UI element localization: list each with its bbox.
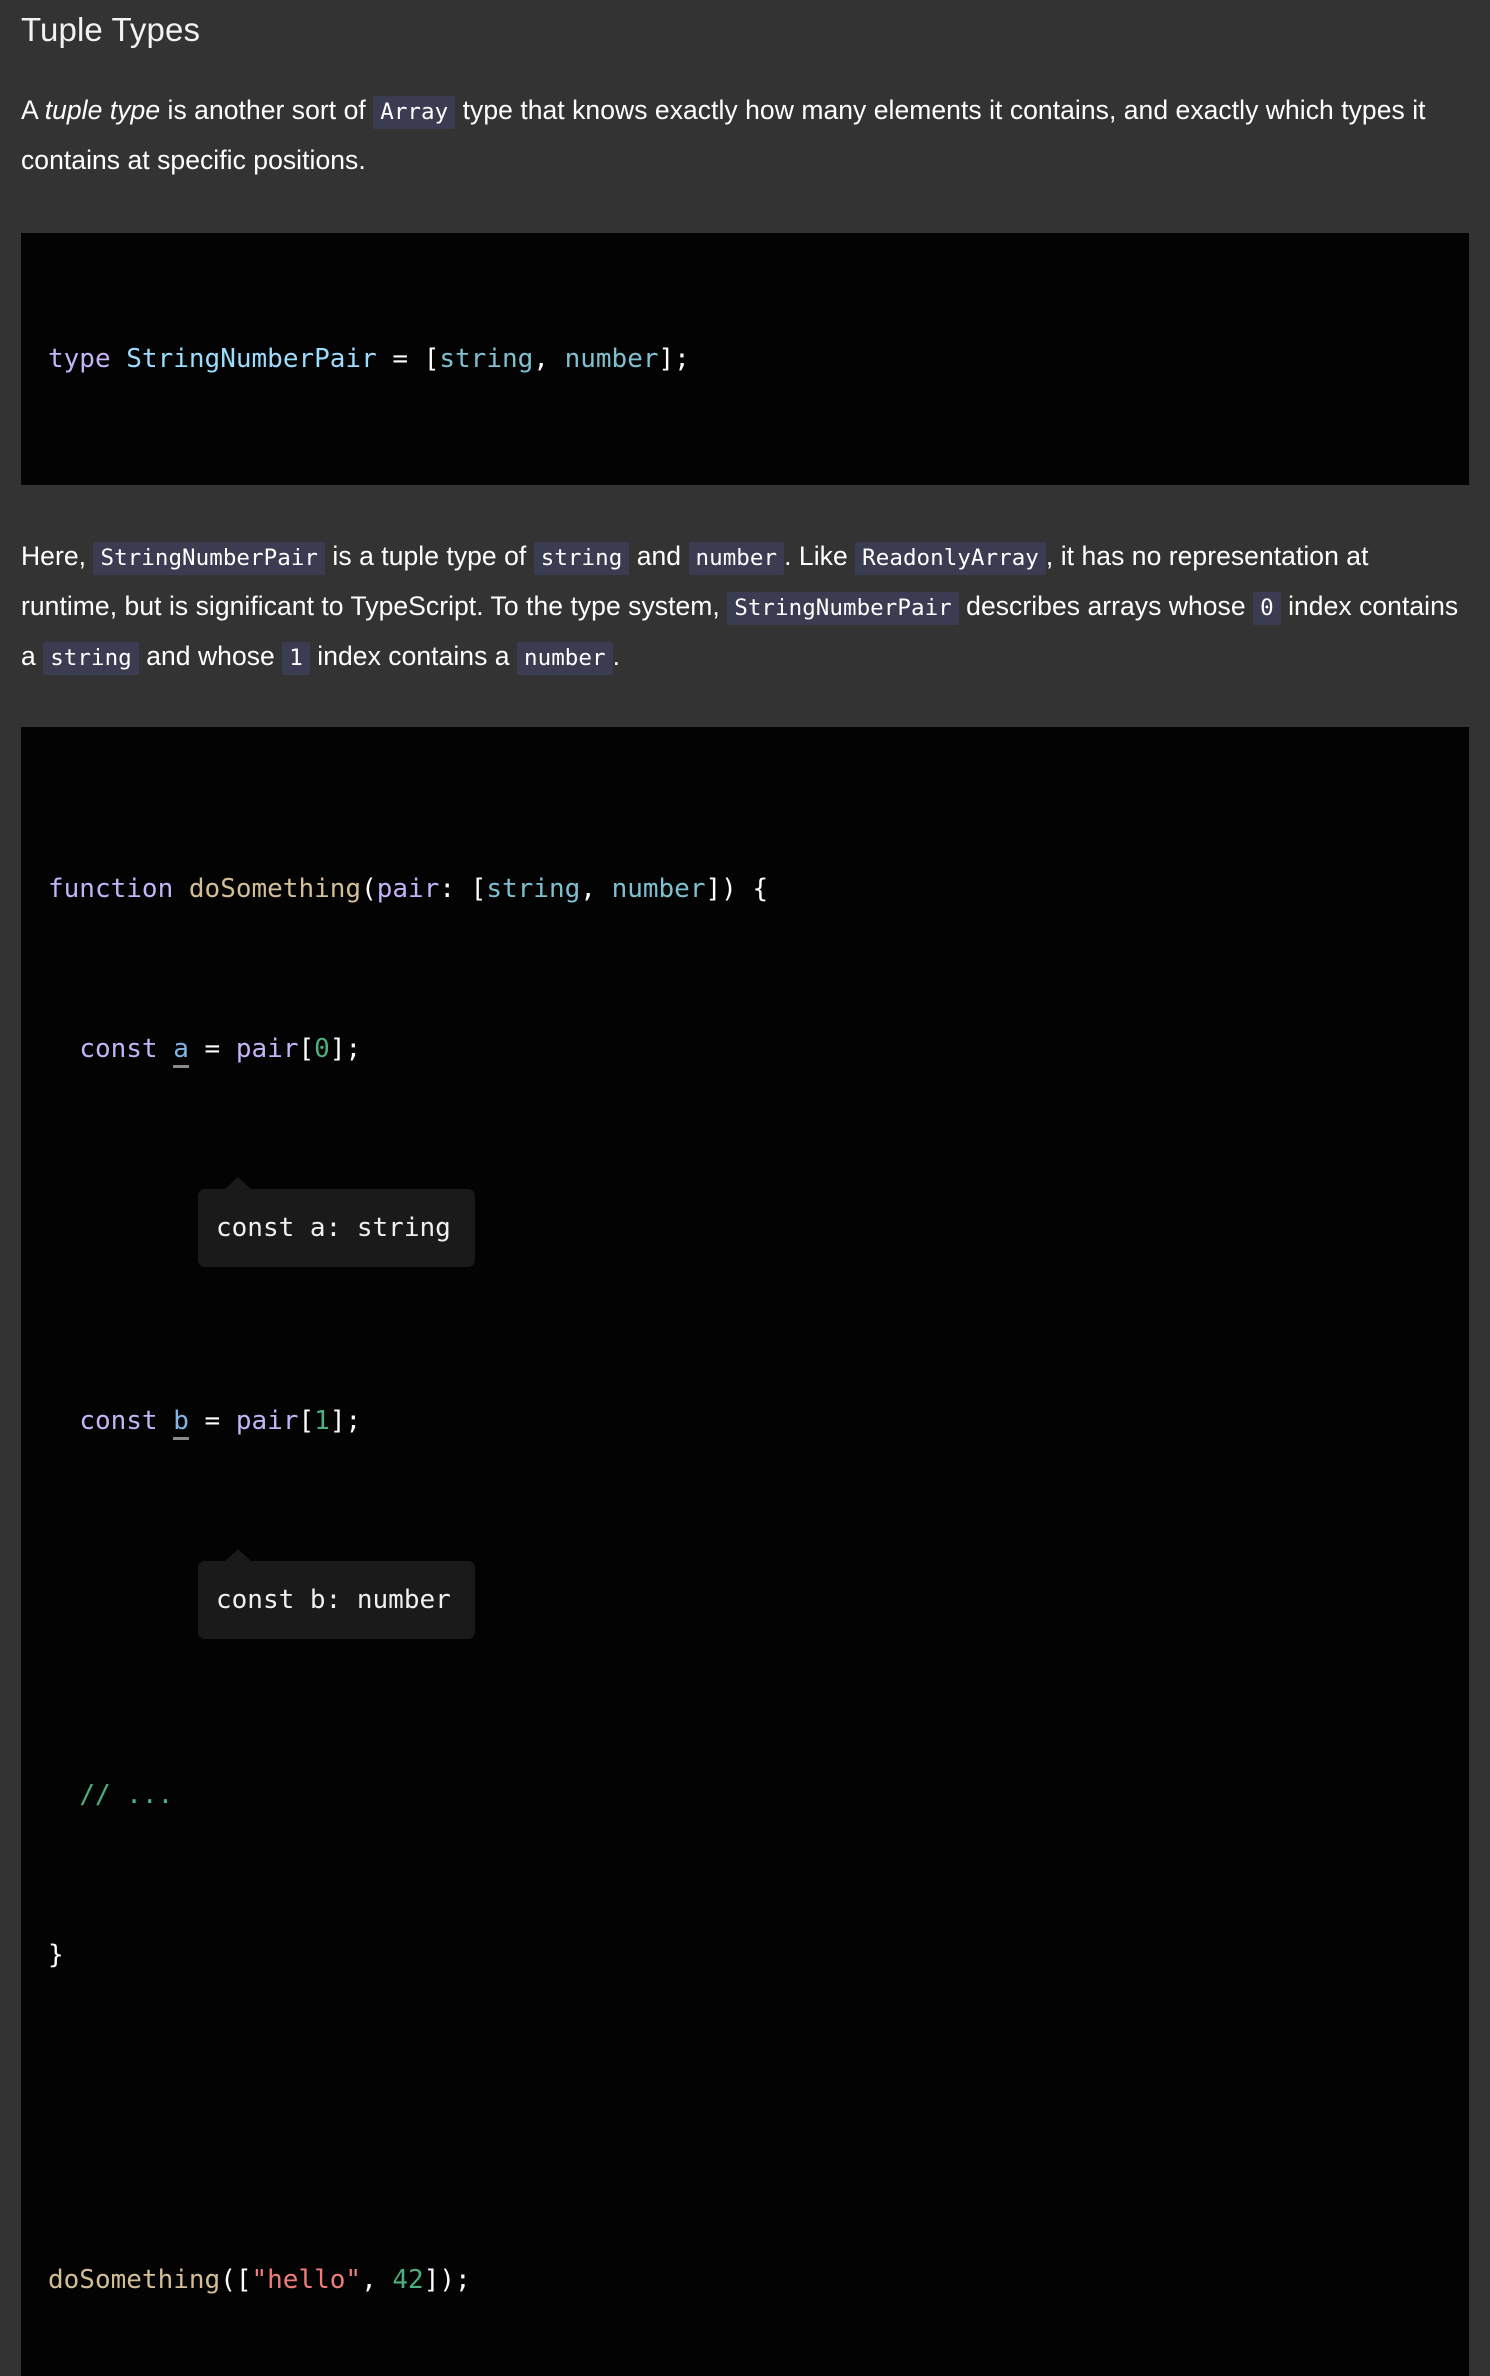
- code-block-type-declaration[interactable]: type StringNumberPair = [string, number]…: [21, 232, 1469, 485]
- token-paren-open: (: [361, 873, 377, 904]
- inline-code-index-zero: 0: [1253, 591, 1281, 625]
- token-keyword-const: const: [79, 1405, 158, 1436]
- token-string-literal-hello: "hello": [251, 2264, 362, 2295]
- paragraph2-part3: and: [629, 540, 689, 571]
- inline-code-readonlyarray: ReadonlyArray: [855, 541, 1046, 575]
- tooltip-row-a: const a: string: [48, 1176, 1469, 1269]
- code-line: type StringNumberPair = [string, number]…: [48, 339, 1469, 379]
- token-paren-bracket-open: ([: [220, 2264, 252, 2295]
- token-primitive-string: string: [439, 343, 534, 374]
- inline-code-number-2: number: [517, 641, 613, 675]
- tooltip-caret-icon: [224, 1548, 252, 1562]
- token-type-name: StringNumberPair: [126, 343, 377, 374]
- paragraph2-part10: .: [612, 640, 621, 671]
- code-line-const-b: const b = pair[1];: [48, 1401, 1469, 1441]
- paragraph1-part1: A: [21, 94, 45, 125]
- paragraph2-part9: index contains a: [309, 640, 518, 671]
- token-number-literal-42: 42: [392, 2264, 424, 2295]
- code-line-function-call: doSomething(["hello", 42]);: [48, 2260, 1469, 2300]
- token-parameter-pair: pair: [376, 873, 440, 904]
- token-equals: =: [376, 343, 424, 374]
- tooltip-text-b: const b: number: [216, 1584, 451, 1615]
- paragraph2-part8: and whose: [138, 640, 283, 671]
- token-variable-pair: pair: [235, 1033, 299, 1064]
- paragraph2-part6: describes arrays whose: [958, 590, 1254, 621]
- explanation-paragraph: Here, StringNumberPair is a tuple type o…: [21, 532, 1469, 682]
- inline-code-stringnumberpair-2: StringNumberPair: [727, 591, 959, 625]
- token-keyword-type: type: [48, 343, 111, 374]
- paragraph2-part2: is a tuple type of: [325, 540, 534, 571]
- inline-code-array: Array: [373, 95, 456, 129]
- token-bracket-open: [: [298, 1405, 315, 1436]
- tooltip-row-b: const b: number: [48, 1548, 1469, 1641]
- quickinfo-tooltip-b: const b: number: [198, 1548, 475, 1639]
- code-line-const-a: const a = pair[0];: [48, 1029, 1469, 1069]
- token-primitive-string: string: [486, 873, 581, 904]
- paragraph2-part1: Here,: [21, 540, 94, 571]
- token-brace-open: {: [736, 873, 769, 904]
- token-comma: ,: [533, 343, 565, 374]
- token-primitive-number: number: [611, 873, 706, 904]
- token-comment: // ...: [79, 1779, 174, 1810]
- token-bracket-open: [: [298, 1033, 315, 1064]
- tuple-type-emphasis: tuple type: [44, 94, 161, 125]
- token-equals: =: [188, 1033, 236, 1064]
- token-identifier-b[interactable]: b: [173, 1405, 189, 1440]
- token-bracket-close-semicolon: ];: [329, 1405, 362, 1436]
- token-identifier-a[interactable]: a: [173, 1033, 189, 1068]
- token-bracket-open: [: [423, 343, 440, 374]
- code-block-dosomething[interactable]: function doSomething(pair: [string, numb…: [21, 726, 1469, 2376]
- token-bracket-close-semicolon: ];: [658, 343, 690, 374]
- tooltip-text-a: const a: string: [216, 1212, 451, 1243]
- inline-code-string-2: string: [43, 641, 139, 675]
- token-index-zero: 0: [314, 1033, 330, 1064]
- code-line-comment: // ...: [48, 1775, 1469, 1815]
- token-bracket-open: [: [470, 873, 487, 904]
- token-brace-close: }: [48, 1939, 64, 1970]
- token-bracket-paren-close: ]): [705, 873, 737, 904]
- paragraph1-part2: is another sort of: [160, 94, 374, 125]
- token-comma: ,: [580, 873, 612, 904]
- inline-code-index-one: 1: [282, 641, 310, 675]
- token-colon: :: [439, 873, 471, 904]
- inline-code-stringnumberpair-1: StringNumberPair: [93, 541, 326, 575]
- paragraph2-part4: . Like: [784, 540, 856, 571]
- code-line-function-signature: function doSomething(pair: [string, numb…: [48, 869, 1469, 909]
- inline-code-string-1: string: [533, 541, 630, 575]
- token-keyword-function: function: [48, 873, 174, 904]
- token-comma: ,: [361, 2264, 393, 2295]
- token-index-one: 1: [314, 1405, 330, 1436]
- page-title: Tuple Types: [21, 11, 201, 48]
- intro-paragraph: A tuple type is another sort of Array ty…: [21, 86, 1469, 184]
- token-keyword-const: const: [79, 1033, 158, 1064]
- code-line-close-brace: }: [48, 1935, 1469, 1975]
- token-equals: =: [188, 1405, 236, 1436]
- quickinfo-tooltip-a: const a: string: [198, 1176, 475, 1267]
- token-variable-pair: pair: [235, 1405, 299, 1436]
- token-close-bracket-paren-semicolon: ]);: [423, 2264, 471, 2295]
- token-function-name-call: doSomething: [48, 2264, 221, 2295]
- token-function-name: doSomething: [188, 873, 362, 904]
- token-primitive-number: number: [564, 343, 659, 374]
- documentation-page: Tuple Types A tuple type is another sort…: [0, 0, 1490, 2376]
- token-bracket-close-semicolon: ];: [329, 1033, 362, 1064]
- inline-code-number-1: number: [688, 541, 785, 575]
